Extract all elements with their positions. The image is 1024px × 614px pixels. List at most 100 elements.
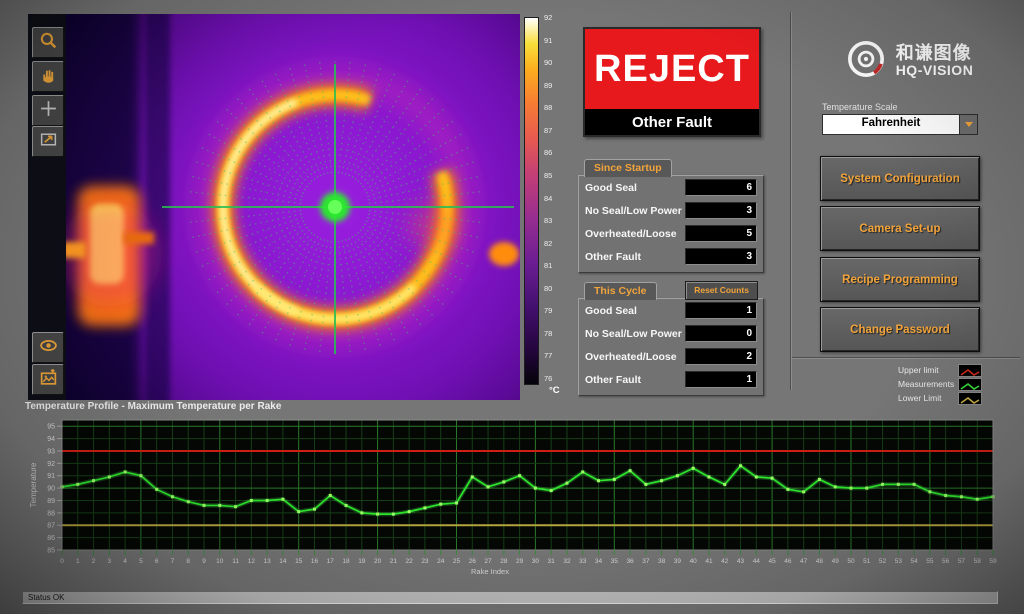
camera-setup-button[interactable]: Camera Set-up	[820, 206, 980, 251]
svg-text:23: 23	[421, 558, 429, 565]
svg-text:56: 56	[942, 558, 950, 565]
count-label: Good Seal	[585, 305, 637, 317]
reset-counts-button[interactable]: Reset Counts	[685, 281, 758, 300]
svg-text:48: 48	[816, 558, 824, 565]
count-value: 1	[685, 371, 757, 388]
save-image-tool-button[interactable]	[32, 364, 64, 395]
count-value: 2	[685, 348, 757, 365]
svg-text:58: 58	[974, 558, 982, 565]
legend-row-upper-limit: Upper limit	[898, 363, 1008, 377]
dropdown-arrow-icon[interactable]	[959, 115, 977, 134]
svg-text:93: 93	[47, 448, 55, 455]
temperature-colorbar	[524, 17, 539, 385]
svg-text:10: 10	[216, 558, 224, 565]
count-value: 1	[685, 302, 757, 319]
svg-text:39: 39	[674, 558, 682, 565]
colorbar-tick: 78	[544, 330, 570, 337]
this-cycle-group: This Cycle Reset Counts Good Seal 1 No S…	[578, 298, 764, 396]
count-row: Other Fault 1	[579, 368, 763, 391]
svg-text:17: 17	[327, 558, 335, 565]
pan-tool-button[interactable]	[32, 61, 64, 92]
svg-text:47: 47	[800, 558, 808, 565]
count-label: Overheated/Loose	[585, 228, 677, 240]
recipe-programming-button[interactable]: Recipe Programming	[820, 257, 980, 302]
colorbar-tick: 90	[544, 59, 570, 66]
magnifier-icon	[39, 31, 58, 55]
svg-text:46: 46	[784, 558, 792, 565]
svg-text:29: 29	[516, 558, 524, 565]
crosshair-icon	[39, 99, 58, 123]
svg-text:91: 91	[47, 473, 55, 480]
temperature-scale-dropdown[interactable]: Fahrenheit	[822, 114, 978, 135]
svg-text:87: 87	[47, 523, 55, 530]
colorbar-tick: 84	[544, 195, 570, 202]
count-value: 3	[685, 202, 757, 219]
this-cycle-title: This Cycle	[584, 282, 657, 300]
panel-divider-horizontal	[792, 357, 1020, 359]
svg-text:7: 7	[171, 558, 175, 565]
count-row: Overheated/Loose 5	[579, 222, 763, 245]
svg-text:43: 43	[737, 558, 745, 565]
upper-limit-swatch	[958, 364, 982, 377]
colorbar-tick: 79	[544, 307, 570, 314]
crosshair-tool-button[interactable]	[32, 95, 64, 126]
legend-row-measurements: Measurements	[898, 377, 1008, 391]
colorbar-tick: 85	[544, 172, 570, 179]
svg-text:38: 38	[658, 558, 666, 565]
count-row: Good Seal 1	[579, 299, 763, 322]
svg-text:3: 3	[108, 558, 112, 565]
count-row: Overheated/Loose 2	[579, 345, 763, 368]
result-fault-label: Other Fault	[585, 109, 759, 135]
svg-text:86: 86	[47, 535, 55, 542]
svg-text:94: 94	[47, 436, 55, 443]
hand-icon	[39, 65, 58, 89]
count-value: 5	[685, 225, 757, 242]
panel-divider	[790, 12, 792, 390]
svg-text:1: 1	[76, 558, 80, 565]
colorbar-tick: 83	[544, 217, 570, 224]
colorbar-tick: 88	[544, 104, 570, 111]
colorbar-tick: 87	[544, 127, 570, 134]
hot-spot-right	[489, 242, 519, 266]
chart-title: Temperature Profile - Maximum Temperatur…	[25, 401, 281, 412]
brand-logo: 和谦图像 HQ-VISION	[820, 33, 998, 89]
svg-text:35: 35	[611, 558, 619, 565]
svg-text:45: 45	[768, 558, 776, 565]
svg-text:Rake Index: Rake Index	[471, 567, 509, 576]
svg-text:42: 42	[721, 558, 729, 565]
inspection-app-window: 9291908988878685848382818079787776 °C RE…	[0, 0, 1024, 614]
svg-text:24: 24	[437, 558, 445, 565]
svg-text:11: 11	[232, 558, 239, 565]
svg-text:4: 4	[123, 558, 127, 565]
colorbar-tick: 91	[544, 37, 570, 44]
svg-text:20: 20	[374, 558, 382, 565]
svg-text:25: 25	[453, 558, 461, 565]
legend-label: Upper limit	[898, 365, 958, 375]
count-label: Other Fault	[585, 251, 641, 263]
svg-text:90: 90	[47, 486, 55, 493]
zoom-tool-button[interactable]	[32, 27, 64, 58]
svg-text:31: 31	[548, 558, 556, 565]
svg-text:41: 41	[705, 558, 713, 565]
svg-text:2: 2	[92, 558, 96, 565]
svg-text:22: 22	[406, 558, 414, 565]
legend-label: Measurements	[898, 379, 958, 389]
svg-text:34: 34	[595, 558, 603, 565]
since-startup-group: Since Startup Good Seal 6 No Seal/Low Po…	[578, 175, 764, 273]
svg-text:51: 51	[863, 558, 871, 565]
svg-text:32: 32	[563, 558, 571, 565]
thermal-image-viewport[interactable]	[66, 14, 520, 400]
count-row: Good Seal 6	[579, 176, 763, 199]
count-label: Other Fault	[585, 374, 641, 386]
svg-text:52: 52	[879, 558, 887, 565]
colorbar-tick: 76	[544, 375, 570, 382]
system-configuration-button[interactable]: System Configuration	[820, 156, 980, 201]
svg-text:19: 19	[358, 558, 366, 565]
colorbar-tick: 80	[544, 285, 570, 292]
count-value: 0	[685, 325, 757, 342]
svg-text:53: 53	[895, 558, 903, 565]
zoom-fit-tool-button[interactable]	[32, 126, 64, 157]
hq-vision-logo-icon	[845, 38, 887, 85]
display-options-tool-button[interactable]	[32, 332, 64, 363]
change-password-button[interactable]: Change Password	[820, 307, 980, 352]
